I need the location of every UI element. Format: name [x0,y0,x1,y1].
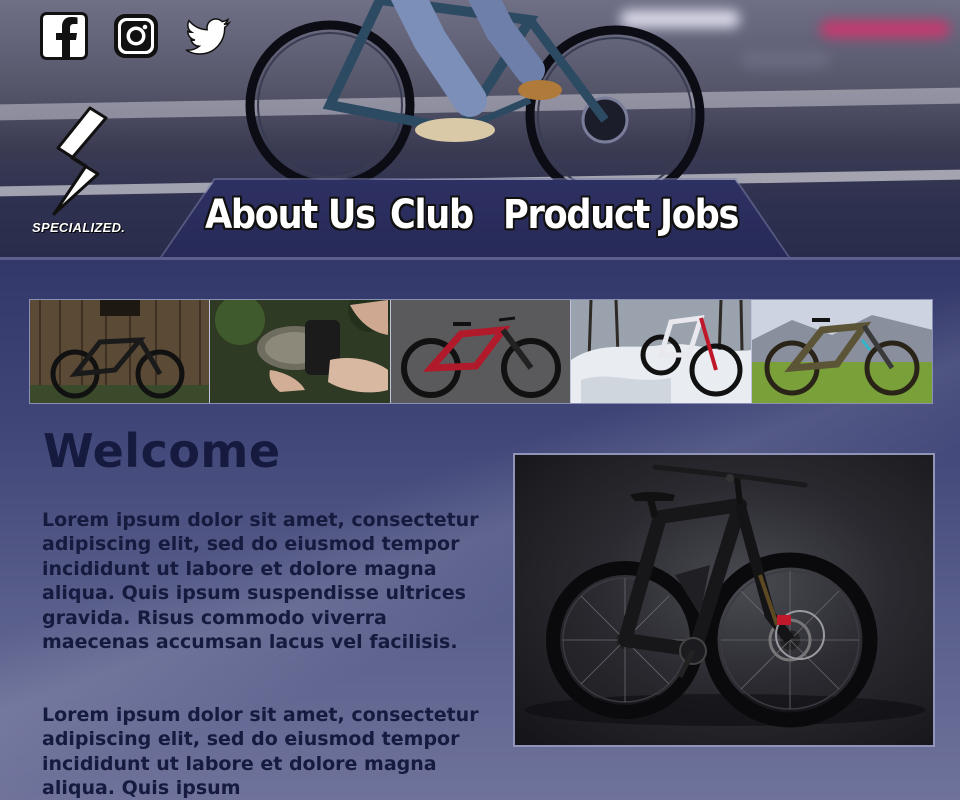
motor-hands-photo [210,300,390,403]
hero-bike-photo [245,0,705,200]
snow-bike-photo [571,300,751,403]
brand-name: SPECIALIZED. [32,220,126,235]
thumbnail-gallery [29,299,933,404]
blur-streak [820,20,950,38]
hero-banner: SPECIALIZED. About Us Club Product Jobs [0,0,960,260]
thumbnail-red-mtb[interactable] [390,300,572,403]
thumbnail-snow-bike[interactable] [571,300,752,403]
red-mtb-photo [390,300,571,403]
second-paragraph: Lorem ipsum dolor sit amet, consectetur … [42,704,479,800]
facebook-icon[interactable] [40,12,88,60]
twitter-icon[interactable] [184,12,232,60]
instagram-icon[interactable] [112,12,160,60]
blur-streak [740,50,830,68]
nav-product[interactable]: Product [503,192,650,238]
hero-divider [0,257,960,260]
thumbnail-grass-mtb[interactable] [751,300,933,403]
mtb-barn-photo [30,300,210,403]
nav-jobs[interactable]: Jobs [660,192,739,238]
nav-about-us[interactable]: About Us [205,192,376,238]
page-title: Welcome [43,424,281,478]
intro-paragraph: Lorem ipsum dolor sit amet, consectetur … [42,509,479,654]
social-links [40,12,232,60]
feature-image [513,453,935,747]
thumbnail-motor-hands[interactable] [210,300,391,403]
black-mtb-photo [525,464,925,728]
grass-mtb-photo [751,300,933,403]
nav-club[interactable]: Club [390,192,474,238]
thumbnail-mtb-barn[interactable] [30,300,211,403]
